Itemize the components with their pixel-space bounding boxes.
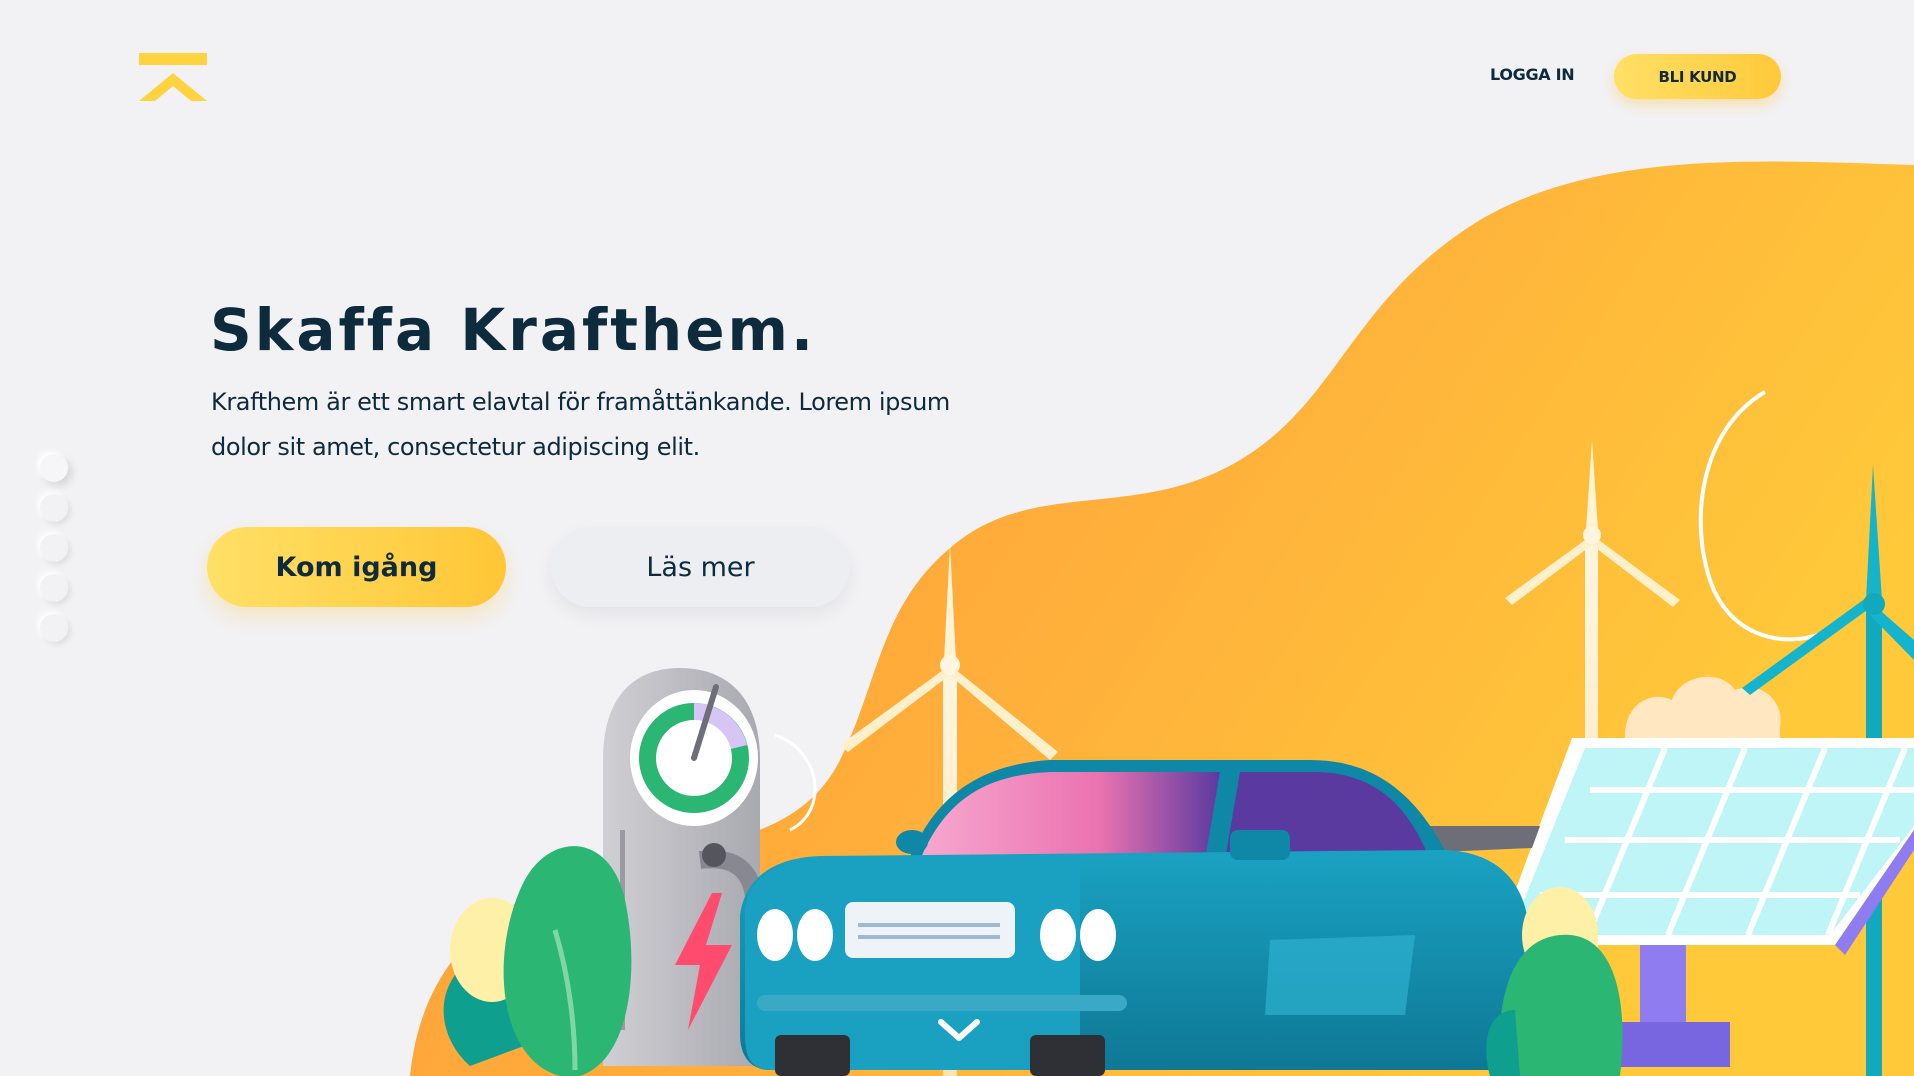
curl-line — [774, 733, 817, 832]
pager-dot-2[interactable] — [40, 494, 68, 522]
krafthem-logo-icon[interactable] — [139, 53, 207, 101]
wind-turbine-icon — [1742, 465, 1914, 1076]
cloud — [1625, 676, 1781, 740]
scroll-down-chevron-icon[interactable] — [937, 1016, 981, 1046]
pager-dot-1[interactable] — [40, 454, 68, 482]
bush-icon — [443, 846, 632, 1076]
pager-dot-4[interactable] — [40, 574, 68, 602]
charging-station-icon — [603, 668, 764, 1066]
lightning-icon — [675, 893, 732, 1030]
pager-dot-3[interactable] — [40, 534, 68, 562]
bush-icon — [1486, 887, 1623, 1076]
hero-description: Krafthem är ett smart elavtal för framåt… — [211, 388, 950, 461]
electric-car-icon — [740, 760, 1540, 1076]
read-more-button[interactable]: Läs mer — [551, 527, 850, 607]
pager-dot-5[interactable] — [40, 614, 68, 642]
get-started-button[interactable]: Kom igång — [207, 527, 506, 607]
solar-panel-icon — [1495, 738, 1914, 1067]
page-title: Skaffa Krafthem. — [210, 296, 817, 364]
login-link[interactable]: LOGGA IN — [1490, 60, 1575, 90]
become-customer-button[interactable]: BLI KUND — [1614, 54, 1781, 99]
wind-turbine-icon — [1505, 440, 1680, 1076]
slide-pager — [40, 450, 76, 650]
wind-turbine-icon — [840, 545, 1058, 1076]
curl-line — [1698, 390, 1831, 642]
